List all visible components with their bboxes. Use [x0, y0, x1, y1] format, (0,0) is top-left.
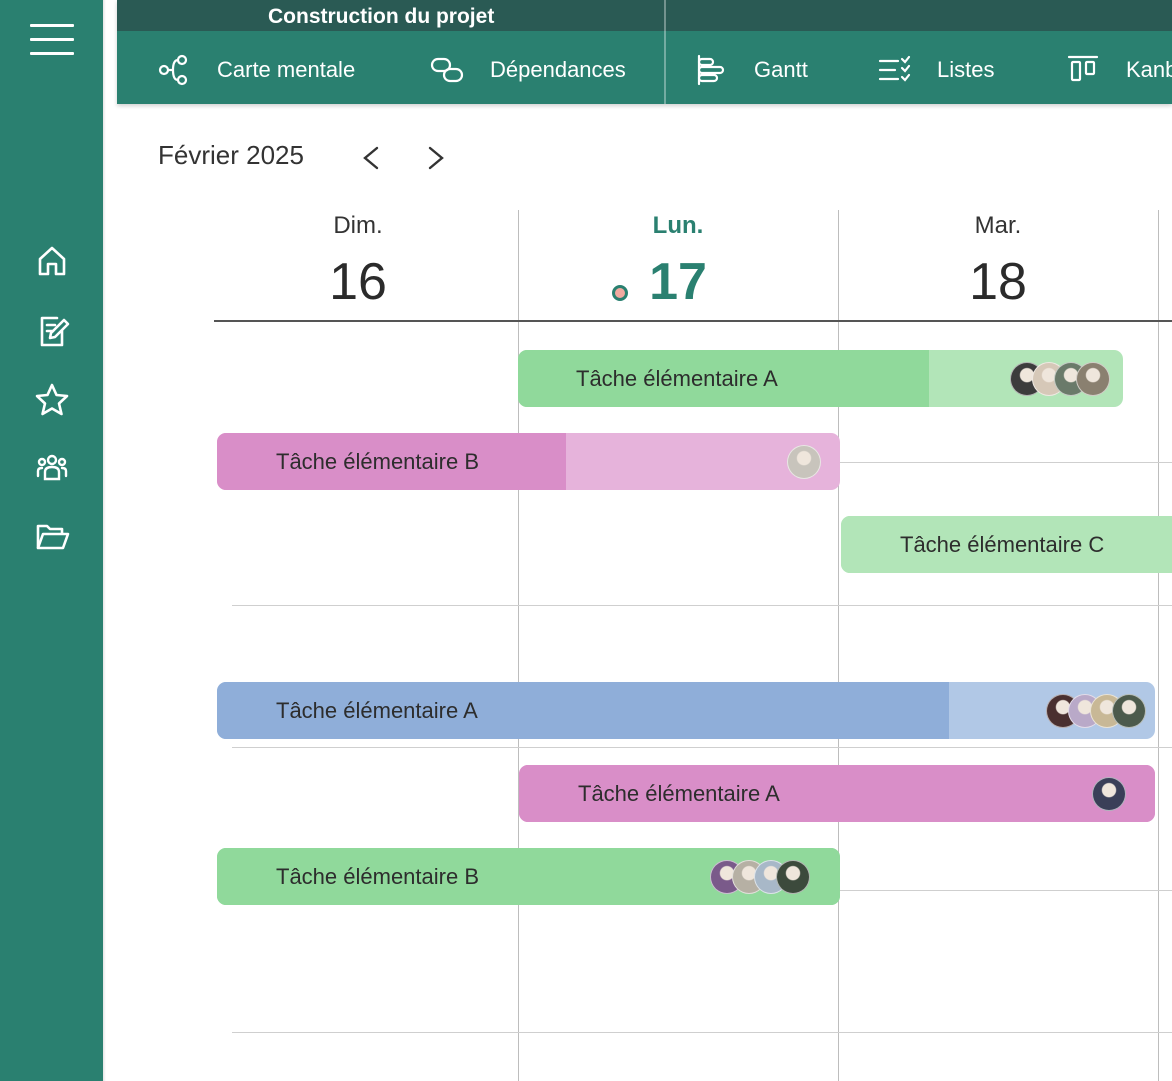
task-bar[interactable]: Tâche élémentaire A: [519, 765, 1155, 822]
chevron-right-icon[interactable]: [423, 143, 449, 173]
view-dependances-button[interactable]: Dépendances: [430, 48, 626, 92]
team-icon[interactable]: [33, 449, 71, 487]
avatar[interactable]: [1112, 694, 1146, 728]
kanban-icon: [1067, 55, 1099, 82]
day-header-sunday[interactable]: Dim. 16: [198, 210, 518, 320]
task-bar[interactable]: Tâche élémentaire B: [217, 433, 840, 490]
task-label: Tâche élémentaire B: [276, 864, 479, 889]
view-label: Dépendances: [490, 57, 626, 82]
day-number: 16: [329, 253, 387, 311]
view-label: Carte mentale: [217, 57, 356, 82]
row-divider: [232, 1032, 1172, 1033]
day-header-monday[interactable]: Lun. 17: [518, 210, 838, 320]
task-bar[interactable]: Tâche élémentaire A: [217, 682, 1155, 739]
day-column-divider: [838, 210, 839, 1081]
header-rule: [214, 320, 1172, 322]
day-name: Dim.: [333, 212, 383, 239]
row-divider: [232, 605, 1172, 606]
checklist-icon: [878, 55, 911, 82]
toolbar-divider: [664, 0, 666, 104]
view-label: Listes: [937, 57, 995, 82]
task-label: Tâche élémentaire A: [578, 781, 780, 806]
view-kanban-button[interactable]: Kanb: [1066, 48, 1172, 92]
mind-map-icon: [158, 54, 188, 86]
row-divider: [232, 747, 1172, 748]
day-column-divider: [1158, 210, 1159, 1081]
home-icon[interactable]: [33, 242, 71, 280]
avatar[interactable]: [787, 445, 821, 479]
task-label: Tâche élémentaire B: [276, 449, 479, 474]
view-label: Kanb: [1126, 57, 1172, 82]
day-column-divider: [518, 210, 519, 1081]
avatar[interactable]: [1076, 362, 1110, 396]
sidebar: [0, 0, 103, 1081]
task-label: Tâche élémentaire C: [900, 532, 1105, 557]
project-title: Construction du projet: [268, 5, 495, 28]
day-name: Lun.: [652, 212, 704, 239]
chevron-left-icon[interactable]: [358, 143, 384, 173]
view-label: Gantt: [754, 57, 808, 82]
avatar[interactable]: [776, 860, 810, 894]
view-carte-mentale-button[interactable]: Carte mentale: [157, 48, 355, 92]
task-bar[interactable]: Tâche élémentaire B: [217, 848, 840, 905]
day-number: 18: [969, 253, 1027, 311]
avatar[interactable]: [1092, 777, 1126, 811]
sidebar-shadow: [103, 0, 106, 1081]
view-listes-button[interactable]: Listes: [877, 48, 994, 92]
dependencies-icon: [430, 57, 464, 83]
task-label: Tâche élémentaire A: [276, 698, 478, 723]
star-icon[interactable]: [33, 381, 71, 419]
top-toolbar: Construction du projet Carte mentale Dép…: [117, 0, 1172, 104]
month-label: Février 2025: [158, 140, 304, 170]
day-number: 17: [649, 253, 707, 311]
task-label: Tâche élémentaire A: [576, 366, 778, 391]
day-name: Mar.: [974, 212, 1022, 239]
edit-note-icon[interactable]: [33, 312, 71, 350]
task-bar[interactable]: Tâche élémentaire A: [518, 350, 1123, 407]
task-bar[interactable]: Tâche élémentaire C: [841, 516, 1172, 573]
hamburger-menu-icon[interactable]: [30, 22, 74, 58]
view-gantt-button[interactable]: Gantt: [694, 48, 808, 92]
gantt-icon: [697, 54, 725, 86]
day-header-tuesday[interactable]: Mar. 18: [838, 210, 1158, 320]
folder-open-icon[interactable]: [33, 518, 71, 556]
